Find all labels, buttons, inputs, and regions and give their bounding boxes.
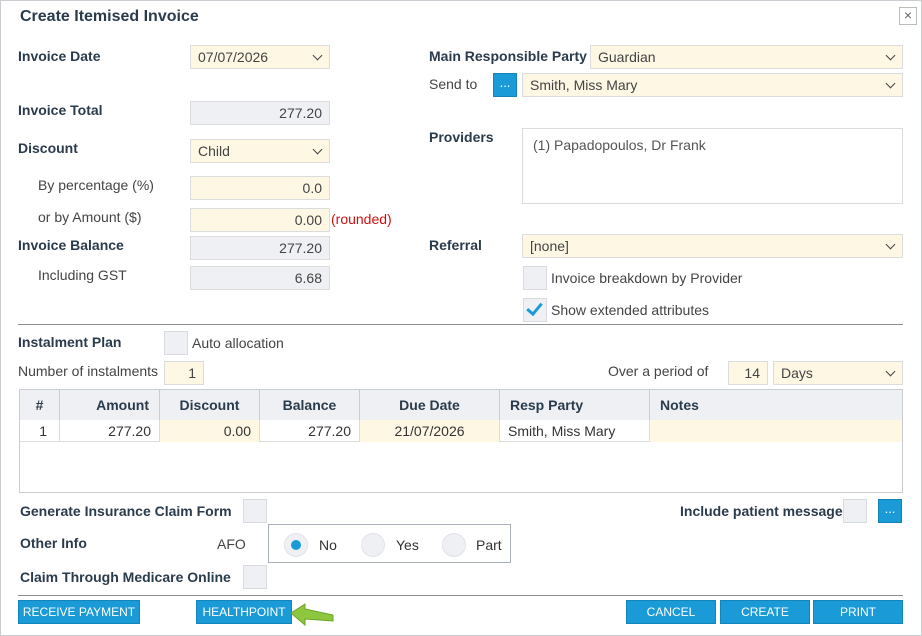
main-responsible-party-label: Main Responsible Party: [429, 48, 587, 64]
afo-radio-no[interactable]: [284, 533, 308, 557]
providers-label: Providers: [429, 129, 494, 145]
including-gst-label: Including GST: [38, 267, 127, 283]
invoice-breakdown-label: Invoice breakdown by Provider: [551, 270, 743, 286]
discount-label: Discount: [18, 140, 78, 156]
dialog-title: Create Itemised Invoice: [20, 8, 199, 25]
afo-radio-yes-label: Yes: [396, 537, 419, 553]
main-responsible-party-select[interactable]: Guardian: [590, 45, 903, 69]
healthpoint-button[interactable]: Healthpoint: [196, 600, 292, 624]
chevron-down-icon: [312, 144, 323, 155]
invoice-total-field: 277.20: [190, 101, 330, 125]
col-header-balance[interactable]: Balance: [260, 390, 360, 420]
referral-label: Referral: [429, 237, 482, 253]
afo-radio-part[interactable]: [442, 533, 466, 557]
col-header-notes[interactable]: Notes: [650, 390, 902, 420]
chevron-down-icon: [885, 50, 896, 61]
chevron-down-icon: [312, 50, 323, 61]
discount-value: Child: [198, 143, 230, 159]
invoice-balance-label: Invoice Balance: [18, 237, 124, 253]
period-unit-value: Days: [781, 365, 813, 381]
footer-divider: [18, 595, 903, 596]
main-responsible-party-value: Guardian: [598, 49, 656, 65]
send-to-select[interactable]: Smith, Miss Mary: [522, 73, 903, 97]
patient-message-button[interactable]: ...: [878, 499, 902, 523]
afo-radio-no-label: No: [319, 537, 337, 553]
medicare-online-label: Claim Through Medicare Online: [20, 569, 231, 585]
rounded-note: (rounded): [331, 211, 392, 227]
send-to-label: Send to: [429, 76, 478, 92]
insurance-claim-form-checkbox[interactable]: [243, 499, 267, 523]
auto-allocation-checkbox[interactable]: [164, 331, 188, 355]
cell-due-date[interactable]: 21/07/2026: [360, 420, 500, 442]
afo-label: AFO: [217, 536, 246, 552]
close-icon: ×: [903, 7, 913, 23]
invoice-balance-field: 277.20: [190, 236, 330, 260]
include-patient-message-checkbox[interactable]: [843, 499, 867, 523]
afo-radio-part-label: Part: [476, 537, 502, 553]
send-to-value: Smith, Miss Mary: [530, 77, 638, 93]
period-unit-select[interactable]: Days: [773, 361, 903, 385]
referral-select[interactable]: [none]: [522, 234, 903, 258]
instalment-table: # Amount Discount Balance Due Date Resp …: [19, 389, 903, 493]
invoice-date-value: 07/07/2026: [198, 49, 269, 65]
chevron-down-icon: [885, 366, 896, 377]
create-button[interactable]: Create: [720, 600, 810, 624]
cell-balance: 277.20: [260, 420, 360, 442]
table-header: # Amount Discount Balance Due Date Resp …: [20, 390, 902, 420]
col-header-amount[interactable]: Amount: [60, 390, 160, 420]
by-percentage-input[interactable]: 0.0: [190, 176, 330, 200]
number-of-instalments-input[interactable]: 1: [164, 361, 204, 385]
number-of-instalments-label: Number of instalments: [18, 363, 159, 379]
instalment-plan-label: Instalment Plan: [18, 334, 122, 350]
highlight-arrow-icon: [290, 603, 334, 627]
insurance-claim-form-label: Generate Insurance Claim Form: [20, 503, 232, 519]
send-to-lookup-button[interactable]: ...: [493, 73, 517, 97]
include-patient-message-label: Include patient message: [680, 503, 843, 519]
receive-payment-button[interactable]: Receive Payment: [18, 600, 140, 624]
col-header-due-date[interactable]: Due Date: [360, 390, 500, 420]
cell-number: 1: [20, 420, 60, 442]
table-row[interactable]: 1 277.20 0.00 277.20 21/07/2026 Smith, M…: [20, 420, 902, 442]
other-info-label: Other Info: [20, 535, 87, 551]
section-divider: [18, 324, 903, 325]
invoice-breakdown-checkbox[interactable]: [523, 266, 547, 290]
close-button[interactable]: ×: [899, 7, 917, 25]
invoice-date-select[interactable]: 07/07/2026: [190, 45, 330, 69]
afo-radio-yes[interactable]: [361, 533, 385, 557]
cell-amount: 277.20: [60, 420, 160, 442]
print-button[interactable]: Print: [813, 600, 903, 624]
by-amount-label: or by Amount ($): [38, 209, 142, 225]
over-period-label: Over a period of: [608, 363, 709, 379]
period-length-input[interactable]: 14: [728, 361, 768, 385]
providers-list[interactable]: (1) Papadopoulos, Dr Frank: [522, 128, 903, 204]
discount-select[interactable]: Child: [190, 139, 330, 163]
show-extended-attributes-checkbox[interactable]: [523, 298, 547, 322]
cell-resp-party[interactable]: Smith, Miss Mary: [500, 420, 650, 442]
checkmark-icon: [526, 298, 543, 317]
by-amount-input[interactable]: 0.00: [190, 208, 330, 232]
provider-item[interactable]: (1) Papadopoulos, Dr Frank: [533, 137, 706, 153]
col-header-discount[interactable]: Discount: [160, 390, 260, 420]
afo-radio-group: No Yes Part: [268, 524, 511, 563]
referral-value: [none]: [530, 238, 569, 254]
create-itemised-invoice-dialog: Create Itemised Invoice × Invoice Date 0…: [0, 0, 922, 636]
col-header-number[interactable]: #: [20, 390, 60, 420]
auto-allocation-label: Auto allocation: [192, 335, 284, 351]
medicare-online-checkbox[interactable]: [243, 565, 267, 589]
invoice-total-label: Invoice Total: [18, 102, 103, 118]
cancel-button[interactable]: Cancel: [626, 600, 716, 624]
cell-notes[interactable]: [650, 420, 902, 442]
chevron-down-icon: [885, 239, 896, 250]
col-header-resp-party[interactable]: Resp Party: [500, 390, 650, 420]
chevron-down-icon: [885, 78, 896, 89]
cell-discount[interactable]: 0.00: [160, 420, 260, 442]
show-extended-attributes-label: Show extended attributes: [551, 302, 709, 318]
invoice-date-label: Invoice Date: [18, 48, 101, 64]
including-gst-field: 6.68: [190, 266, 330, 290]
by-percentage-label: By percentage (%): [38, 177, 154, 193]
